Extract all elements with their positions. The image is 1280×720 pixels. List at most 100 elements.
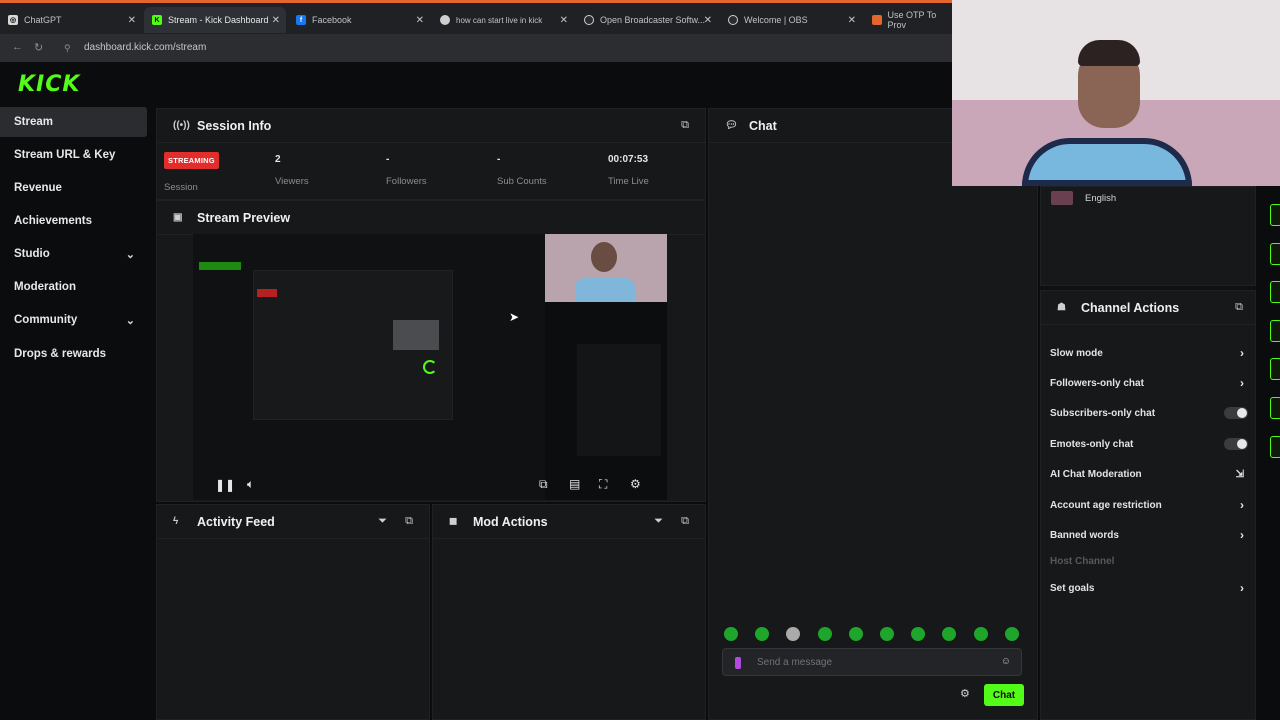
chat-input[interactable]: Send a message ☺ bbox=[722, 648, 1022, 676]
settings-icon[interactable]: ⚙ bbox=[630, 477, 641, 491]
chat-send-button[interactable]: Chat bbox=[984, 684, 1024, 706]
action-label: Subscribers-only chat bbox=[1050, 407, 1156, 419]
popout-icon[interactable]: ⧉ bbox=[681, 119, 689, 132]
sidebar-item-revenue[interactable]: Revenue bbox=[0, 173, 147, 203]
sidebar-item-moderation[interactable]: Moderation bbox=[0, 272, 147, 302]
close-icon[interactable]: ✕ bbox=[704, 15, 712, 26]
rail-button[interactable] bbox=[1270, 281, 1280, 303]
stat-viewers: 2 Viewers bbox=[275, 150, 385, 196]
popout-icon[interactable]: ⧉ bbox=[405, 515, 413, 528]
browser-tab-bar: ◎ ChatGPT ✕ K Stream - Kick Dashboard ✕ … bbox=[0, 0, 952, 34]
tab-obs[interactable]: Open Broadcaster Softw... ✕ bbox=[576, 7, 718, 33]
chevron-right-icon: › bbox=[1240, 498, 1244, 512]
sidebar-item-stream-url-key[interactable]: Stream URL & Key bbox=[0, 140, 147, 170]
panel-title: Chat bbox=[749, 118, 777, 133]
rail-button[interactable] bbox=[1270, 436, 1280, 458]
chat-settings-icon[interactable]: ⚙ bbox=[960, 687, 970, 700]
emote-icon[interactable] bbox=[942, 627, 956, 641]
emote-icon[interactable] bbox=[818, 627, 832, 641]
rail-button[interactable] bbox=[1270, 243, 1280, 265]
url-text[interactable]: dashboard.kick.com/stream bbox=[84, 42, 206, 53]
action-banned-words[interactable]: Banned words › bbox=[1050, 525, 1250, 545]
stat-value: - bbox=[386, 154, 390, 165]
tab-welcome-obs[interactable]: Welcome | OBS ✕ bbox=[720, 7, 862, 33]
emote-icon[interactable] bbox=[786, 627, 800, 641]
pause-icon[interactable]: ❚❚ bbox=[215, 478, 235, 492]
sidebar-item-drops-rewards[interactable]: Drops & rewards bbox=[0, 339, 147, 369]
tab-label: how can start live in kick bbox=[456, 15, 543, 25]
sidebar-item-label: Achievements bbox=[14, 215, 92, 227]
filter-icon[interactable]: ⏷ bbox=[378, 515, 387, 528]
user-badge-icon bbox=[735, 657, 741, 669]
chevron-right-icon: › bbox=[1240, 581, 1244, 595]
action-slow-mode[interactable]: Slow mode › bbox=[1050, 343, 1250, 363]
close-icon[interactable]: ✕ bbox=[272, 15, 280, 26]
kick-logo[interactable]: KICK bbox=[18, 72, 80, 97]
fullscreen-icon[interactable]: ⛶ bbox=[599, 477, 607, 492]
theater-mode-icon[interactable]: ▤ bbox=[569, 477, 580, 491]
mini-cam bbox=[393, 320, 439, 350]
activity-feed-header: ϟ Activity Feed bbox=[157, 505, 429, 539]
activity-feed-panel: ϟ Activity Feed ⏷ ⧉ bbox=[156, 504, 430, 720]
sidebar-item-stream[interactable]: Stream bbox=[0, 107, 147, 137]
close-icon[interactable]: ✕ bbox=[848, 15, 856, 26]
sidebar-item-label: Moderation bbox=[14, 281, 76, 293]
action-ai-chat-moderation[interactable]: AI Chat Moderation ⇲ bbox=[1050, 464, 1250, 484]
action-subscribers-only-chat: Subscribers-only chat bbox=[1050, 403, 1250, 423]
webcam-shirt bbox=[1022, 138, 1192, 186]
sidebar: Stream Stream URL & Key Revenue Achievem… bbox=[0, 104, 148, 720]
action-account-age-restriction[interactable]: Account age restriction › bbox=[1050, 495, 1250, 515]
rail-button[interactable] bbox=[1270, 204, 1280, 226]
mini-logo bbox=[199, 262, 241, 270]
emote-icon[interactable] bbox=[880, 627, 894, 641]
emote-icon[interactable] bbox=[1005, 627, 1019, 641]
back-icon[interactable]: ← bbox=[12, 41, 23, 53]
sidebar-item-label: Community bbox=[14, 314, 78, 326]
site-info-icon[interactable]: ⚲ bbox=[64, 43, 71, 54]
action-followers-only-chat[interactable]: Followers-only chat › bbox=[1050, 373, 1250, 393]
tab-label: Use OTP To Prov bbox=[887, 10, 937, 30]
reload-icon[interactable]: ↻ bbox=[34, 41, 43, 54]
emotes-only-toggle[interactable] bbox=[1224, 438, 1248, 450]
close-icon[interactable]: ✕ bbox=[560, 15, 568, 26]
tab-otp[interactable]: Use OTP To Prov bbox=[864, 7, 954, 33]
webcam-shirt bbox=[575, 278, 635, 302]
stream-preview-video[interactable]: ➤ ❚❚ 🔈︎ ⧉ ▤ ⛶ ⚙ bbox=[193, 234, 667, 500]
popout-icon[interactable]: ⧉ bbox=[681, 515, 689, 528]
subscribers-only-toggle[interactable] bbox=[1224, 407, 1248, 419]
tab-label: ChatGPT bbox=[24, 15, 62, 25]
rail-button[interactable] bbox=[1270, 358, 1280, 380]
panel-title: Stream Preview bbox=[197, 210, 291, 225]
filter-icon[interactable]: ⏷ bbox=[654, 515, 663, 528]
tab-facebook[interactable]: f Facebook ✕ bbox=[288, 7, 430, 33]
tab-chatgpt[interactable]: ◎ ChatGPT ✕ bbox=[0, 7, 142, 33]
obs-icon bbox=[584, 15, 594, 25]
emote-icon[interactable] bbox=[849, 627, 863, 641]
sidebar-item-studio[interactable]: Studio ⌄ bbox=[0, 239, 147, 269]
popout-icon[interactable]: ⧉ bbox=[1235, 301, 1243, 314]
video-frame bbox=[193, 234, 545, 500]
webcam-overlay bbox=[545, 234, 667, 302]
sidebar-item-achievements[interactable]: Achievements bbox=[0, 206, 147, 236]
rail-button[interactable] bbox=[1270, 320, 1280, 342]
action-label: Followers-only chat bbox=[1050, 377, 1144, 389]
emote-icon[interactable] bbox=[755, 627, 769, 641]
volume-icon[interactable]: 🔈︎ bbox=[247, 477, 254, 492]
sidebar-item-community[interactable]: Community ⌄ bbox=[0, 305, 147, 335]
stat-value: 00:07:53 bbox=[608, 154, 649, 165]
close-icon[interactable]: ✕ bbox=[416, 15, 424, 26]
emote-icon[interactable] bbox=[724, 627, 738, 641]
session-info-header: ((•)) Session Info bbox=[157, 109, 705, 143]
tab-kick-dashboard[interactable]: K Stream - Kick Dashboard ✕ bbox=[144, 7, 286, 33]
emoji-icon[interactable]: ☺ bbox=[1001, 656, 1011, 667]
action-set-goals[interactable]: Set goals › bbox=[1050, 578, 1250, 598]
tab-search[interactable]: how can start live in kick ✕ bbox=[432, 7, 574, 33]
rail-button[interactable] bbox=[1270, 397, 1280, 419]
picture-in-picture-icon[interactable]: ⧉ bbox=[539, 477, 548, 492]
emote-icon[interactable] bbox=[911, 627, 925, 641]
sidebar-item-label: Stream bbox=[14, 116, 53, 128]
close-icon[interactable]: ✕ bbox=[128, 15, 136, 26]
action-label: Host Channel bbox=[1050, 555, 1115, 567]
emote-icon[interactable] bbox=[974, 627, 988, 641]
panel-title: Channel Actions bbox=[1081, 300, 1180, 315]
